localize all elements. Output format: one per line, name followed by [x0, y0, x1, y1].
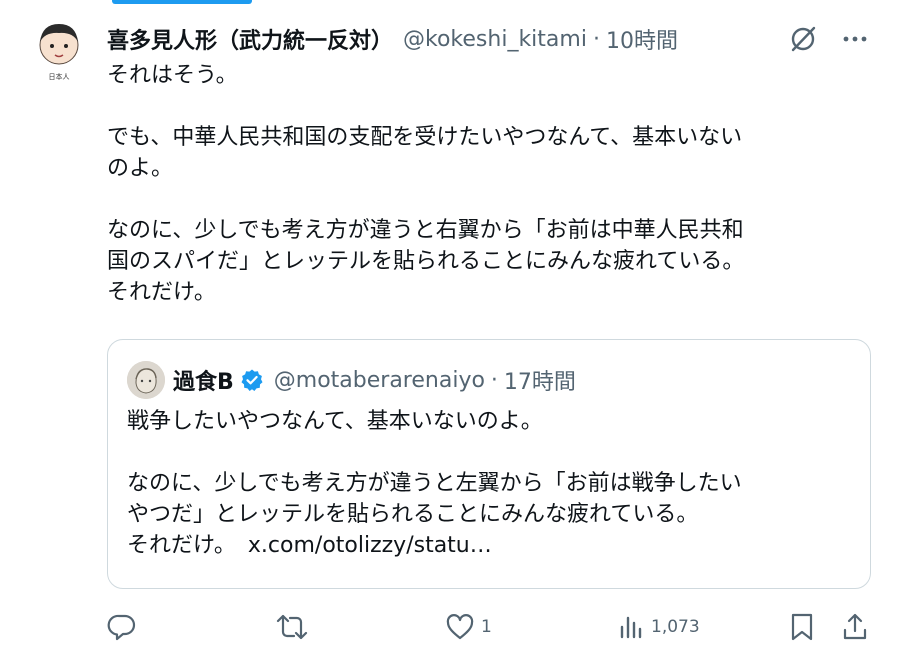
more-icon[interactable]	[843, 35, 867, 43]
views-button[interactable]: 1,073	[617, 606, 700, 648]
quote-line: それだけ。 x.com/otolizzy/statu…	[127, 530, 857, 561]
avatar-illustration: 日本人	[39, 24, 79, 81]
like-count: 1	[481, 617, 492, 637]
tweet-line: 国のスパイだ」とレッテルを貼られることにみんな疲れている。	[107, 249, 745, 274]
quote-line: なのに、少しでも考え方が違うと左翼から「お前は戦争したい	[127, 471, 742, 496]
share-icon	[843, 613, 867, 640]
quote-display-name[interactable]: 過食B	[173, 364, 234, 396]
reply-button[interactable]	[107, 606, 143, 648]
tweet-time[interactable]: 10時間	[606, 23, 678, 55]
share-button[interactable]	[841, 606, 869, 648]
tweet-line: でも、中華人民共和国の支配を受けたいやつなんて、基本いない	[107, 125, 743, 150]
author-display-name[interactable]: 喜多見人形（武力統一反対）	[107, 23, 393, 55]
tweet-header: 喜多見人形（武力統一反対） @kokeshi_kitami · 10時間	[107, 22, 897, 56]
like-button[interactable]: 1	[445, 606, 492, 648]
like-icon	[446, 614, 474, 640]
tweet-line: それはそう。	[107, 63, 238, 88]
author-avatar[interactable]: 日本人	[33, 18, 85, 86]
quote-line: 戦争したいやつなんて、基本いないのよ。	[127, 409, 543, 434]
quote-header: 過食B @motaberarenaiyo · 17時間	[127, 360, 576, 400]
action-bar: 1 1,073	[107, 606, 871, 648]
tweet-text: それはそう。 でも、中華人民共和国の支配を受けたいやつなんて、基本いない のよ。…	[107, 60, 867, 308]
tweet-line: なのに、少しでも考え方が違うと右翼から「お前は中華人民共和	[107, 218, 744, 243]
reply-icon	[107, 614, 136, 641]
separator-dot: ·	[490, 367, 498, 393]
quote-time[interactable]: 17時間	[504, 364, 576, 396]
quote-text: 戦争したいやつなんて、基本いないのよ。 なのに、少しでも考え方が違うと左翼から「…	[127, 406, 857, 561]
author-handle[interactable]: @kokeshi_kitami	[403, 27, 587, 52]
views-count: 1,073	[651, 617, 700, 637]
tweet-line: のよ。	[107, 156, 174, 181]
views-icon	[620, 616, 642, 639]
quoted-tweet-card[interactable]: 過食B @motaberarenaiyo · 17時間 戦争したいやつなんて、基…	[107, 339, 871, 589]
avatar-caption: 日本人	[49, 72, 70, 81]
quote-handle[interactable]: @motaberarenaiyo	[274, 368, 485, 393]
bookmark-button[interactable]	[789, 606, 815, 648]
separator-dot: ·	[592, 26, 600, 52]
tab-indicator	[112, 0, 252, 4]
quote-link[interactable]: x.com/otolizzy/statu…	[248, 533, 492, 558]
retweet-icon	[276, 614, 308, 640]
quote-avatar[interactable]	[127, 361, 165, 399]
bookmark-icon	[791, 613, 813, 641]
grok-icon[interactable]	[789, 25, 817, 53]
retweet-button[interactable]	[275, 606, 315, 648]
quote-line-text: それだけ。	[127, 533, 236, 558]
quote-line: やつだ」とレッテルを貼られることにみんな疲れている。	[127, 502, 699, 527]
quote-avatar-illustration	[127, 361, 165, 399]
tweet-line: それだけ。	[107, 280, 216, 305]
verified-icon	[240, 368, 264, 392]
